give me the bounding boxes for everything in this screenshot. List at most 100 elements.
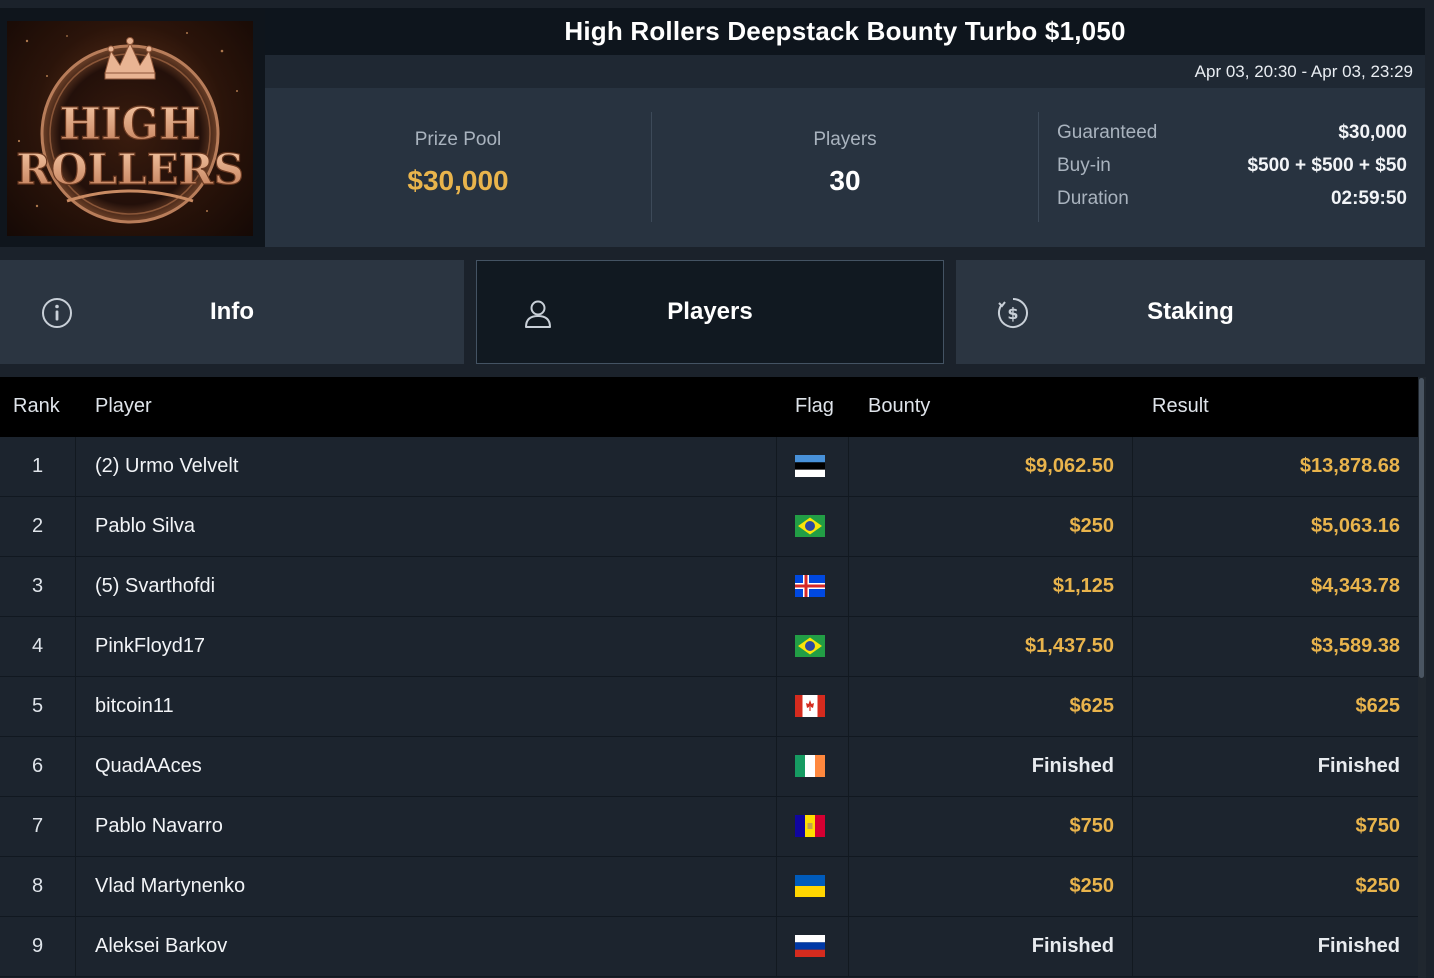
result-cell: Finished [1317, 755, 1400, 777]
header-player[interactable]: Player [95, 395, 152, 418]
rank-cell: 5 [31, 695, 44, 717]
player-name[interactable]: PinkFloyd17 [95, 617, 205, 676]
country-flag-icon [795, 635, 825, 657]
table-row[interactable]: 3 (5) Svarthofdi $1,125 $4,343.78 [0, 557, 1418, 617]
player-name[interactable]: Pablo Navarro [95, 797, 223, 856]
country-flag-icon [795, 695, 825, 717]
flag-canada-icon [795, 695, 825, 717]
column-divider [848, 437, 849, 496]
rank-cell: 1 [31, 455, 44, 477]
rank-cell: 3 [31, 575, 44, 597]
country-flag-icon [795, 455, 825, 477]
rank-cell: 6 [31, 755, 44, 777]
tournament-logo: HIGH ROLLERS [0, 8, 265, 247]
table-row[interactable]: 9 Aleksei Barkov Finished Finished [0, 917, 1418, 977]
players-label: Players [813, 129, 877, 150]
country-flag-icon [795, 575, 825, 597]
column-divider [1132, 557, 1133, 616]
dollar-coin-icon: $ [998, 298, 1028, 328]
table-row[interactable]: 7 Pablo Navarro $750 $750 [0, 797, 1418, 857]
column-divider [1132, 737, 1133, 796]
header-bounty[interactable]: Bounty [868, 395, 930, 418]
flag-brazil-icon [795, 515, 825, 537]
high-rollers-logo-image: HIGH ROLLERS [7, 21, 253, 236]
detail-buy-in: Buy-in $500 + $500 + $50 [1057, 155, 1407, 185]
column-divider [75, 677, 76, 736]
header-flag[interactable]: Flag [795, 395, 834, 418]
table-row[interactable]: 5 bitcoin11 $625 $625 [0, 677, 1418, 737]
tab-staking[interactable]: $ Staking [956, 260, 1425, 364]
column-divider [776, 737, 777, 796]
column-divider [75, 557, 76, 616]
detail-duration: Duration 02:59:50 [1057, 188, 1407, 218]
user-icon [525, 300, 551, 328]
column-divider [848, 857, 849, 916]
table-row[interactable]: 2 Pablo Silva $250 $5,063.16 [0, 497, 1418, 557]
detail-value: $500 + $500 + $50 [1247, 155, 1407, 176]
result-cell: $5,063.16 [1311, 515, 1400, 537]
column-divider [1132, 617, 1133, 676]
logo-text-high: HIGH [59, 99, 200, 150]
page-title: High Rollers Deepstack Bounty Turbo $1,0… [265, 8, 1425, 55]
detail-guaranteed: Guaranteed $30,000 [1057, 122, 1407, 152]
flag-russia-icon [795, 935, 825, 957]
column-divider [75, 497, 76, 556]
detail-label: Duration [1057, 188, 1129, 209]
prize-pool-label: Prize Pool [414, 129, 502, 150]
tab-players[interactable]: Players [476, 260, 944, 364]
detail-label: Guaranteed [1057, 122, 1158, 143]
column-divider [776, 917, 777, 976]
player-name[interactable]: QuadAAces [95, 737, 202, 796]
bounty-cell: $250 [1069, 515, 1115, 537]
player-name[interactable]: (2) Urmo Velvelt [95, 437, 238, 496]
result-cell: $250 [1355, 875, 1401, 897]
player-name[interactable]: Aleksei Barkov [95, 917, 227, 976]
player-name[interactable]: Vlad Martynenko [95, 857, 245, 916]
scrollbar-thumb[interactable] [1419, 378, 1424, 678]
svg-text:$: $ [1007, 304, 1018, 323]
country-flag-icon [795, 875, 825, 897]
table-row[interactable]: 1 (2) Urmo Velvelt $9,062.50 $13,878.68 [0, 437, 1418, 497]
header-rank[interactable]: Rank [13, 395, 60, 418]
bounty-cell: Finished [1031, 755, 1114, 777]
column-divider [776, 557, 777, 616]
date-bar: Apr 03, 20:30 - Apr 03, 23:29 [265, 55, 1425, 88]
header-result[interactable]: Result [1152, 395, 1209, 418]
column-divider [1132, 677, 1133, 736]
column-divider [848, 677, 849, 736]
column-divider [848, 557, 849, 616]
player-name[interactable]: bitcoin11 [95, 677, 174, 736]
detail-label: Buy-in [1057, 155, 1111, 176]
table-row[interactable]: 4 PinkFloyd17 $1,437.50 $3,589.38 [0, 617, 1418, 677]
tournament-dates: Apr 03, 20:30 - Apr 03, 23:29 [1194, 62, 1413, 81]
tab-info-label: Info [210, 298, 254, 325]
country-flag-icon [795, 815, 825, 837]
info-icon [42, 298, 72, 328]
column-divider [848, 917, 849, 976]
flag-iceland-icon [795, 575, 825, 597]
tab-info[interactable]: Info [0, 260, 464, 364]
players-table: Rank Player Flag Bounty Result 1 (2) Urmo… [0, 377, 1418, 978]
column-divider [75, 797, 76, 856]
rank-cell: 9 [31, 935, 44, 957]
player-name[interactable]: (5) Svarthofdi [95, 557, 215, 616]
logo-text-rollers: ROLLERS [16, 145, 244, 194]
tournament-title: High Rollers Deepstack Bounty Turbo $1,0… [564, 16, 1126, 46]
table-row[interactable]: 6 QuadAAces Finished Finished [0, 737, 1418, 797]
column-divider [848, 737, 849, 796]
country-flag-icon [795, 515, 825, 537]
country-flag-icon [795, 755, 825, 777]
flag-ireland-icon [795, 755, 825, 777]
column-divider [848, 497, 849, 556]
column-divider [75, 857, 76, 916]
column-divider [75, 617, 76, 676]
table-row[interactable]: 8 Vlad Martynenko $250 $250 [0, 857, 1418, 917]
flag-estonia-icon [795, 455, 825, 477]
player-name[interactable]: Pablo Silva [95, 497, 195, 556]
bounty-cell: $1,437.50 [1025, 635, 1114, 657]
rank-cell: 8 [31, 875, 44, 897]
stat-divider [1038, 112, 1039, 222]
tab-staking-label: Staking [1147, 298, 1234, 325]
column-divider [75, 437, 76, 496]
rank-cell: 4 [31, 635, 44, 657]
